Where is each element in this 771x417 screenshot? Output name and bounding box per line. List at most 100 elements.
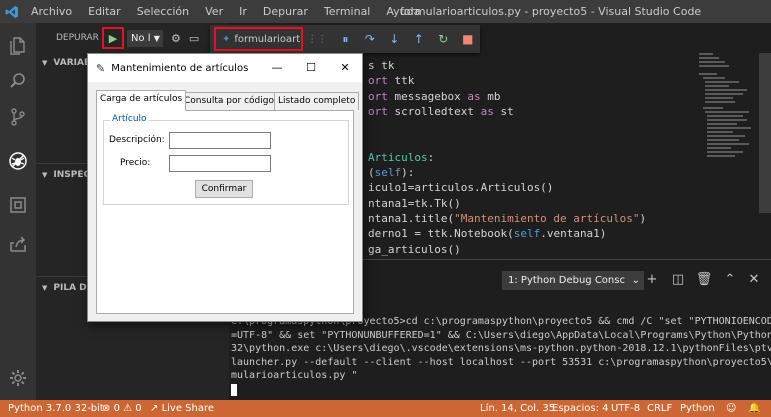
tk-titlebar[interactable]: ✎ Mantenimiento de artículos — ☐ ✕	[88, 54, 362, 82]
price-field[interactable]	[169, 155, 271, 172]
code-token: ort	[368, 104, 388, 118]
code-token: "Mantenimiento de artículos"	[454, 212, 640, 225]
debug-config-select[interactable]: No l ▼	[126, 29, 163, 47]
terminal-line: 32\python.exe c:\Users\diego\.vscode\ext…	[231, 343, 771, 354]
code-token: ):	[401, 166, 415, 180]
language-mode[interactable]: Python	[680, 400, 715, 417]
tk-notebook-tabs: Carga de artículos Consulta por código L…	[96, 90, 360, 111]
terminal-cursor	[231, 384, 237, 396]
description-field[interactable]	[169, 132, 271, 149]
tk-window-title: Mantenimiento de artículos	[111, 62, 249, 74]
chevron-down-icon: ▼	[153, 33, 160, 43]
code-token: self	[374, 166, 402, 180]
terminal-line: mularioarticulos.py "	[231, 370, 358, 381]
code-line: (self):	[368, 165, 414, 180]
files-icon[interactable]	[0, 27, 36, 63]
extensions-icon[interactable]	[0, 187, 36, 223]
minimize-icon[interactable]: —	[260, 54, 294, 82]
new-terminal-icon[interactable]: +	[643, 271, 661, 289]
split-terminal-icon[interactable]: ◫	[669, 271, 687, 289]
vscode-logo-icon	[0, 0, 23, 23]
code-token: Articulos	[368, 150, 428, 164]
variables-section-label: VARIAB	[53, 58, 91, 68]
pause-icon[interactable]: ⏸	[333, 32, 357, 47]
debug-console-icon[interactable]: ▭	[189, 32, 199, 45]
code-token: as	[467, 89, 481, 103]
terminal-select-value: 1: Python Debug Consc	[508, 275, 625, 286]
code-token: ntana1=tk.Tk()	[368, 196, 461, 210]
chevron-down-icon: ⌄	[631, 275, 640, 286]
floating-debug-toolbar: ✦ formularioarti ⋮⋮ ⏸ ↷ ↓ ↑ ↻ ■	[210, 25, 480, 53]
code-token: ort	[368, 89, 388, 103]
code-token: as	[480, 104, 494, 118]
window-title: formularioarticulos.py - proyecto5 - Vis…	[400, 5, 702, 18]
code-token: iculo1=articulos.Articulos()	[368, 181, 554, 195]
code-token: )	[639, 212, 647, 225]
code-token: ga_articulos()	[368, 242, 461, 256]
step-out-icon[interactable]: ↑	[407, 32, 431, 46]
source-control-icon[interactable]	[0, 99, 36, 135]
live-share-button[interactable]: ↗ Live Share	[150, 400, 214, 417]
step-over-icon[interactable]: ↷	[358, 32, 382, 46]
code-line: ort ttk	[368, 73, 414, 88]
minimap[interactable]	[699, 51, 754, 171]
notifications-icon[interactable]: 🔔	[748, 400, 760, 417]
cursor-position[interactable]: Lín. 14, Col. 35	[480, 400, 555, 417]
debug-toolbar: DEPURAR ▶ No l ▼ ⚙ ▭	[36, 23, 229, 53]
terminal-line: =UTF-8" && set "PYTHONUNBUFFERED=1" && C…	[231, 329, 771, 341]
remote-icon[interactable]	[0, 226, 36, 262]
gear-icon[interactable]: ⚙	[171, 32, 181, 45]
close-icon[interactable]: ✕	[745, 271, 763, 289]
tk-feather-icon: ✎	[96, 61, 106, 75]
tk-tab-pane: Artículo Descripción: Precio: Confirmar	[96, 110, 354, 314]
stop-icon[interactable]: ■	[456, 32, 480, 46]
code-line: ort messagebox as mb	[368, 89, 500, 104]
tab-listado-completo[interactable]: Listado completo	[274, 92, 360, 110]
restart-icon[interactable]: ↻	[431, 32, 455, 46]
tab-consulta-codigo[interactable]: Consulta por código	[180, 92, 278, 110]
indentation[interactable]: Espacios: 4	[552, 400, 609, 417]
code-token: messagebox	[387, 89, 468, 103]
menu-seleccion[interactable]: Selección	[129, 0, 197, 23]
live-share-label: Live Share	[161, 403, 215, 414]
code-token: s tk	[368, 59, 395, 72]
drag-handle-icon[interactable]: ⋮⋮	[307, 34, 327, 45]
confirm-button[interactable]: Confirmar	[195, 180, 253, 198]
problems-indicator[interactable]: ⊗ 0 ⚠ 0	[102, 400, 142, 417]
code-token: :	[427, 150, 435, 164]
menu-archivo[interactable]: Archivo	[23, 0, 80, 23]
search-icon[interactable]	[0, 63, 36, 99]
close-icon[interactable]: ✕	[328, 54, 362, 82]
step-into-icon[interactable]: ↓	[382, 32, 406, 46]
code-token: derno1 = ttk.Notebook(	[368, 227, 514, 241]
end-of-line[interactable]: CRLF	[647, 400, 672, 417]
menu-ver[interactable]: Ver	[197, 0, 231, 23]
menu-editar[interactable]: Editar	[80, 0, 129, 23]
code-token: .ventana1)	[540, 227, 607, 241]
feedback-icon[interactable]: ☺	[726, 400, 736, 417]
encoding[interactable]: UTF-8	[611, 400, 640, 417]
debug-label: DEPURAR	[56, 33, 99, 43]
menu-depurar[interactable]: Depurar	[255, 0, 316, 23]
debug-target-select[interactable]: ✦ formularioarti	[214, 27, 304, 51]
code-line: ntana1=tk.Tk()	[368, 196, 461, 211]
code-line: ort scrolledtext as st	[368, 104, 514, 119]
code-line: s tk	[368, 58, 395, 73]
status-bar: Python 3.7.0 32-bit ⊗ 0 ⚠ 0 ↗ Live Share…	[0, 400, 771, 417]
editor-scrollbar[interactable]	[759, 53, 771, 213]
maximize-icon[interactable]: ☐	[294, 54, 328, 82]
settings-gear-icon[interactable]	[0, 360, 36, 396]
code-token: ntana1.title(	[368, 212, 455, 225]
python-interpreter[interactable]: Python 3.7.0 32-bit	[8, 400, 104, 417]
warning-count: 0	[135, 403, 142, 414]
start-debugging-button[interactable]: ▶	[101, 27, 124, 49]
trash-icon[interactable]: 🗑	[695, 271, 713, 289]
tab-carga-articulos[interactable]: Carga de artículos	[96, 90, 187, 111]
menu-ir[interactable]: Ir	[231, 0, 255, 23]
menu-terminal[interactable]: Terminal	[316, 0, 379, 23]
maximize-panel-icon[interactable]: ⌃	[721, 271, 739, 289]
debug-icon[interactable]	[0, 143, 36, 179]
code-line: ga_articulos()	[368, 242, 461, 257]
terminal-select[interactable]: 1: Python Debug Consc ⌄	[502, 271, 644, 290]
debug-config-value: No l	[130, 32, 151, 44]
